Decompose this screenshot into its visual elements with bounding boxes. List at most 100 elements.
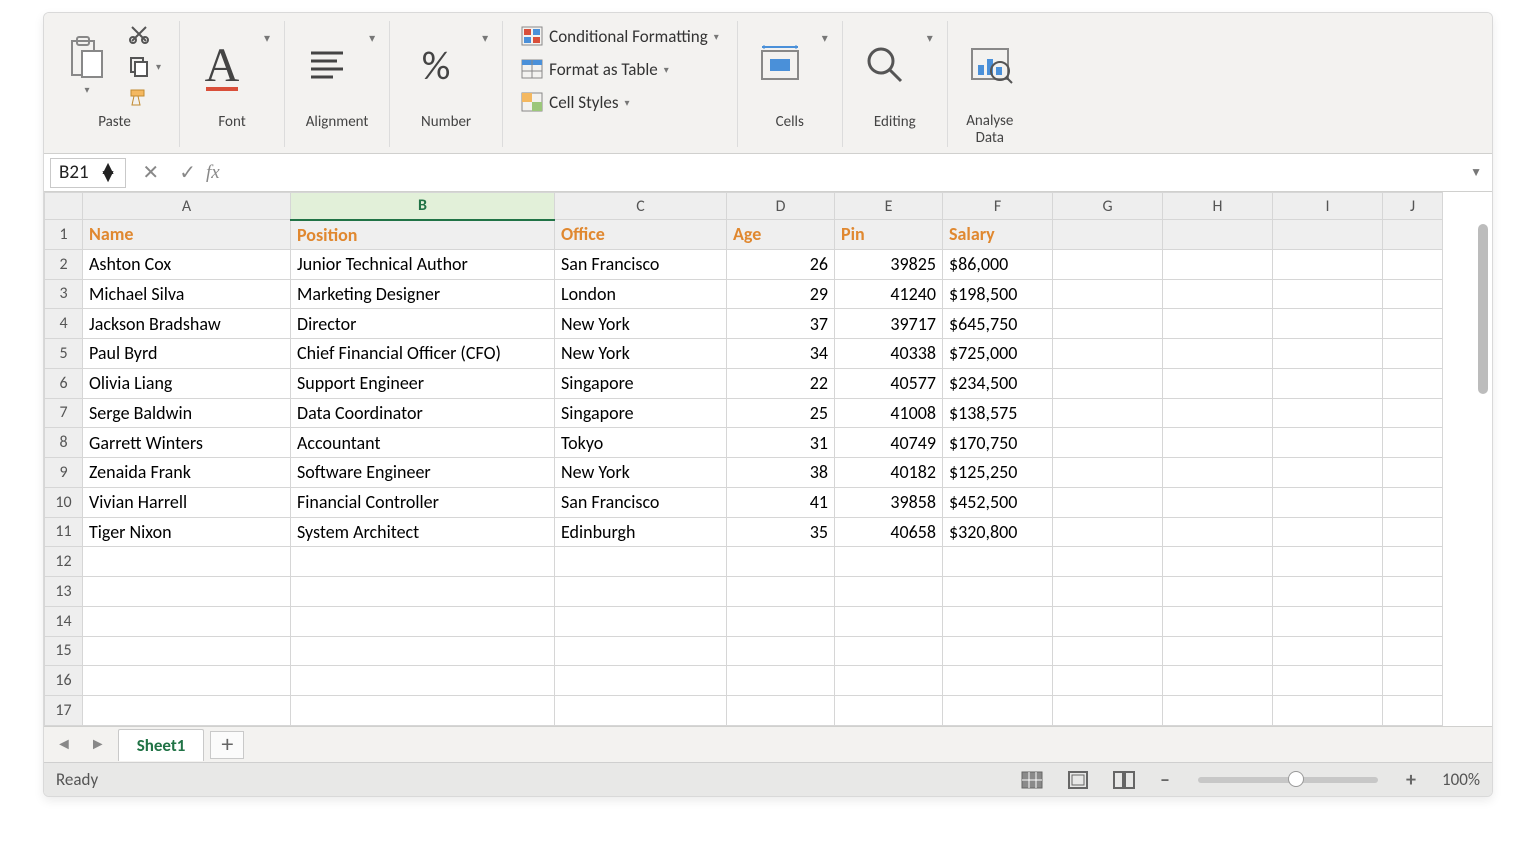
cell-F3[interactable]: $198,500 bbox=[943, 279, 1053, 309]
cell-B5[interactable]: Chief Financial Officer (CFO) bbox=[291, 339, 555, 369]
cell-F14[interactable] bbox=[943, 606, 1053, 636]
cell-E11[interactable]: 40658 bbox=[835, 517, 943, 547]
col-header-C[interactable]: C bbox=[555, 193, 727, 220]
cell-H11[interactable] bbox=[1163, 517, 1273, 547]
cut-button[interactable] bbox=[124, 21, 165, 47]
cell-B10[interactable]: Financial Controller bbox=[291, 487, 555, 517]
sheet-nav-next[interactable]: ► bbox=[84, 731, 112, 758]
cell-A11[interactable]: Tiger Nixon bbox=[83, 517, 291, 547]
cell-G6[interactable] bbox=[1053, 368, 1163, 398]
cell-H12[interactable] bbox=[1163, 547, 1273, 577]
row-header-13[interactable]: 13 bbox=[45, 577, 83, 607]
cell-J9[interactable] bbox=[1383, 458, 1443, 488]
vertical-scrollbar[interactable] bbox=[1476, 218, 1490, 724]
cell-A14[interactable] bbox=[83, 606, 291, 636]
cell-I12[interactable] bbox=[1273, 547, 1383, 577]
formula-expand-button[interactable]: ▼ bbox=[1460, 165, 1492, 180]
cell-D9[interactable]: 38 bbox=[727, 458, 835, 488]
row-header-7[interactable]: 7 bbox=[45, 398, 83, 428]
cell-F7[interactable]: $138,575 bbox=[943, 398, 1053, 428]
copy-button[interactable]: ▾ bbox=[124, 53, 165, 79]
cell-F2[interactable]: $86,000 bbox=[943, 249, 1053, 279]
cell-F8[interactable]: $170,750 bbox=[943, 428, 1053, 458]
cell-G7[interactable] bbox=[1053, 398, 1163, 428]
cell-C15[interactable] bbox=[555, 636, 727, 666]
row-header-11[interactable]: 11 bbox=[45, 517, 83, 547]
cell-J16[interactable] bbox=[1383, 666, 1443, 696]
cell-C6[interactable]: Singapore bbox=[555, 368, 727, 398]
cell-E8[interactable]: 40749 bbox=[835, 428, 943, 458]
cell-D4[interactable]: 37 bbox=[727, 309, 835, 339]
cell-C5[interactable]: New York bbox=[555, 339, 727, 369]
cell-H9[interactable] bbox=[1163, 458, 1273, 488]
cell-H3[interactable] bbox=[1163, 279, 1273, 309]
cell-G15[interactable] bbox=[1053, 636, 1163, 666]
cancel-formula-button[interactable]: ✕ bbox=[132, 160, 169, 185]
cell-B9[interactable]: Software Engineer bbox=[291, 458, 555, 488]
cell-I11[interactable] bbox=[1273, 517, 1383, 547]
cell-I4[interactable] bbox=[1273, 309, 1383, 339]
cell-I17[interactable] bbox=[1273, 696, 1383, 726]
number-format-button[interactable]: % bbox=[404, 41, 468, 89]
format-painter-button[interactable] bbox=[124, 85, 165, 109]
cell-F9[interactable]: $125,250 bbox=[943, 458, 1053, 488]
worksheet-grid[interactable]: ABCDEFGHIJ1NamePositionOfficeAgePinSalar… bbox=[44, 192, 1443, 726]
cell-E6[interactable]: 40577 bbox=[835, 368, 943, 398]
cell-G5[interactable] bbox=[1053, 339, 1163, 369]
cell-B6[interactable]: Support Engineer bbox=[291, 368, 555, 398]
cell-G16[interactable] bbox=[1053, 666, 1163, 696]
cell-F5[interactable]: $725,000 bbox=[943, 339, 1053, 369]
cell-I7[interactable] bbox=[1273, 398, 1383, 428]
cell-C4[interactable]: New York bbox=[555, 309, 727, 339]
cell-A10[interactable]: Vivian Harrell bbox=[83, 487, 291, 517]
cell-A3[interactable]: Michael Silva bbox=[83, 279, 291, 309]
cell-G9[interactable] bbox=[1053, 458, 1163, 488]
cell-I14[interactable] bbox=[1273, 606, 1383, 636]
cell-I1[interactable] bbox=[1273, 220, 1383, 250]
cell-F10[interactable]: $452,500 bbox=[943, 487, 1053, 517]
cell-A17[interactable] bbox=[83, 696, 291, 726]
cell-D11[interactable]: 35 bbox=[727, 517, 835, 547]
cell-I9[interactable] bbox=[1273, 458, 1383, 488]
cell-C13[interactable] bbox=[555, 577, 727, 607]
view-page-layout-button[interactable] bbox=[1062, 768, 1094, 792]
cell-E13[interactable] bbox=[835, 577, 943, 607]
cell-B3[interactable]: Marketing Designer bbox=[291, 279, 555, 309]
cell-J1[interactable] bbox=[1383, 220, 1443, 250]
cell-F12[interactable] bbox=[943, 547, 1053, 577]
cell-D10[interactable]: 41 bbox=[727, 487, 835, 517]
cell-I16[interactable] bbox=[1273, 666, 1383, 696]
cell-C17[interactable] bbox=[555, 696, 727, 726]
row-header-12[interactable]: 12 bbox=[45, 547, 83, 577]
col-header-I[interactable]: I bbox=[1273, 193, 1383, 220]
cell-C1[interactable]: Office bbox=[555, 220, 727, 250]
cell-H10[interactable] bbox=[1163, 487, 1273, 517]
cell-I13[interactable] bbox=[1273, 577, 1383, 607]
cell-A7[interactable]: Serge Baldwin bbox=[83, 398, 291, 428]
row-header-4[interactable]: 4 bbox=[45, 309, 83, 339]
cell-D8[interactable]: 31 bbox=[727, 428, 835, 458]
row-header-1[interactable]: 1 bbox=[45, 220, 83, 250]
row-header-14[interactable]: 14 bbox=[45, 606, 83, 636]
cell-H7[interactable] bbox=[1163, 398, 1273, 428]
cell-A16[interactable] bbox=[83, 666, 291, 696]
cell-A4[interactable]: Jackson Bradshaw bbox=[83, 309, 291, 339]
cell-C2[interactable]: San Francisco bbox=[555, 249, 727, 279]
editing-button[interactable] bbox=[857, 41, 913, 89]
cell-I2[interactable] bbox=[1273, 249, 1383, 279]
cell-E5[interactable]: 40338 bbox=[835, 339, 943, 369]
cell-D14[interactable] bbox=[727, 606, 835, 636]
cell-A6[interactable]: Olivia Liang bbox=[83, 368, 291, 398]
cell-G14[interactable] bbox=[1053, 606, 1163, 636]
cell-C16[interactable] bbox=[555, 666, 727, 696]
cell-F15[interactable] bbox=[943, 636, 1053, 666]
row-header-8[interactable]: 8 bbox=[45, 428, 83, 458]
cell-J17[interactable] bbox=[1383, 696, 1443, 726]
cell-G13[interactable] bbox=[1053, 577, 1163, 607]
cell-B12[interactable] bbox=[291, 547, 555, 577]
cell-H17[interactable] bbox=[1163, 696, 1273, 726]
row-header-2[interactable]: 2 bbox=[45, 249, 83, 279]
cell-E12[interactable] bbox=[835, 547, 943, 577]
cell-F4[interactable]: $645,750 bbox=[943, 309, 1053, 339]
cell-B15[interactable] bbox=[291, 636, 555, 666]
